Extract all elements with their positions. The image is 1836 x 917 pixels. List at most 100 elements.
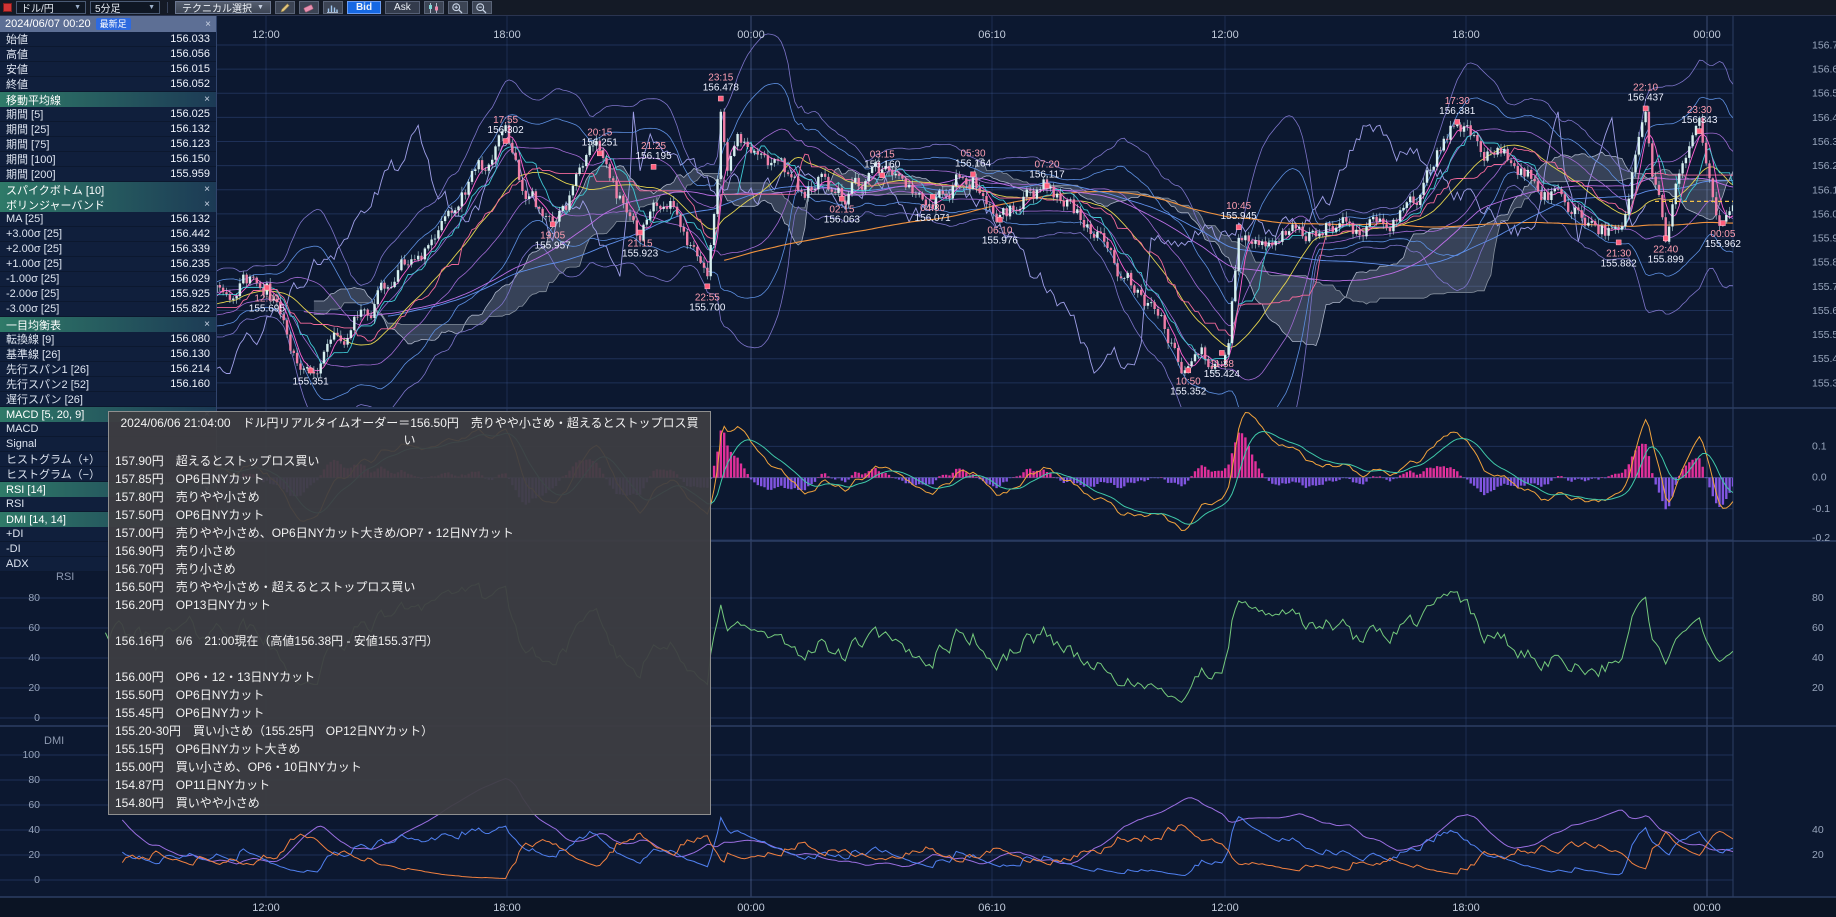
eraser-button[interactable]	[299, 1, 319, 14]
rsi-axis-label: 20	[28, 682, 40, 694]
row-value: 155.925	[170, 288, 210, 300]
row-value: 156.056	[170, 48, 210, 60]
order-line: 155.20-30円 買い小さめ（155.25円 OP12日NYカット）	[115, 722, 704, 740]
chevron-down-icon: ▼	[74, 4, 81, 11]
marker-point	[880, 173, 885, 178]
macd-axis-label: -0.1	[1812, 503, 1830, 515]
row-value: 156.150	[170, 153, 210, 165]
time-axis-label-top: 12:00	[252, 29, 280, 41]
order-line: 155.00円 買い小さめ、OP6・10日NYカット	[115, 758, 704, 776]
indicator-row: 期間 [75]156.123	[0, 137, 216, 152]
dmi-axis-label-right: 20	[1812, 849, 1824, 861]
marker-price: 156.063	[824, 215, 861, 226]
timeframe-select[interactable]: 5分足 ▼	[90, 1, 160, 14]
close-icon[interactable]: ×	[204, 199, 210, 210]
marker-point	[1720, 221, 1725, 226]
zoom-out-icon	[475, 2, 488, 14]
technical-select-label: テクニカル選択	[182, 0, 252, 15]
time-axis-label-top: 06:10	[978, 29, 1006, 41]
order-line: 157.85円 OP6日NYカット	[115, 470, 704, 488]
dmi-axis-label: 20	[28, 849, 40, 861]
close-icon[interactable]: ×	[204, 94, 210, 105]
price-axis-label: 156.6	[1812, 64, 1836, 76]
marker-price: 155.700	[689, 302, 726, 313]
section-title: MACD [5, 20, 9]	[6, 409, 84, 421]
row-label: 基準線 [26]	[6, 346, 60, 362]
indicator-row: 期間 [100]156.150	[0, 152, 216, 167]
time-axis-label-bottom: 12:00	[1211, 902, 1239, 914]
rsi-axis-label: 40	[28, 652, 40, 664]
fx-chart-app: ドル/円 ▼ 5分足 ▼ テクニカル選択 ▼ Bid Ask	[0, 0, 1836, 917]
ask-button[interactable]: Ask	[385, 1, 420, 14]
row-label: MACD	[6, 423, 38, 435]
order-line	[115, 614, 704, 632]
order-line: 155.50円 OP6日NYカット	[115, 686, 704, 704]
marker-point	[651, 164, 656, 169]
marker-point	[997, 217, 1002, 222]
order-line: 156.90円 売り小さめ	[115, 542, 704, 560]
marker-price: 156.381	[1439, 106, 1476, 117]
bid-button[interactable]: Bid	[347, 1, 381, 14]
order-line: 155.45円 OP6日NYカット	[115, 704, 704, 722]
price-axis-label: 155.5	[1812, 329, 1836, 341]
zoom-out-button[interactable]	[472, 1, 492, 14]
candle-info-header: 2024/06/07 00:20 最新足 ×	[0, 16, 216, 32]
row-value: 156.339	[170, 243, 210, 255]
macd-axis-label: 0.0	[1812, 472, 1827, 484]
marker-point	[1219, 350, 1224, 355]
marker-price: 155.945	[1221, 211, 1258, 222]
close-icon[interactable]: ×	[204, 319, 210, 330]
row-label: ヒストグラム（−）	[6, 466, 100, 482]
candle-style-button[interactable]	[424, 1, 444, 14]
row-label: ヒストグラム（+）	[6, 451, 100, 467]
row-label: +2.00σ [25]	[6, 243, 62, 255]
marker-price: 156.437	[1627, 92, 1664, 103]
order-line: 154.87円 OP11日NYカット	[115, 776, 704, 794]
rsi-axis-label-right: 40	[1812, 652, 1824, 664]
order-line: 157.80円 売りやや小さめ	[115, 488, 704, 506]
marker-point	[1697, 129, 1702, 134]
row-label: RSI	[6, 498, 24, 510]
marker-price: 156.071	[915, 213, 952, 224]
price-axis-label: 155.7	[1812, 281, 1836, 293]
zoom-in-icon	[451, 2, 464, 14]
marker-price: 156.343	[1681, 115, 1718, 126]
marker-price: 156.160	[864, 159, 901, 170]
dmi-axis-label: 100	[22, 749, 40, 761]
row-value: 156.235	[170, 258, 210, 270]
price-axis-label: 156.0	[1812, 208, 1836, 220]
row-label: -2.00σ [25]	[6, 288, 59, 300]
row-label: 期間 [5]	[6, 106, 43, 122]
indicator-row: 期間 [200]155.959	[0, 167, 216, 182]
ohlc-row: 終値156.052	[0, 77, 216, 92]
marker-price: 155.424	[1204, 369, 1241, 380]
row-label: -1.00σ [25]	[6, 273, 59, 285]
close-icon[interactable]: ×	[204, 184, 210, 195]
marker-price: 155.957	[535, 240, 572, 251]
zoom-in-button[interactable]	[448, 1, 468, 14]
row-label: -3.00σ [25]	[6, 303, 59, 315]
indicator-row: 転換線 [9]156.080	[0, 332, 216, 347]
price-axis-label: 155.3	[1812, 377, 1836, 389]
draw-pencil-button[interactable]	[275, 1, 295, 14]
row-label: 始値	[6, 31, 28, 47]
order-board-overlay[interactable]: 2024/06/06 21:04:00 ドル円リアルタイムオーダー＝156.50…	[108, 411, 711, 815]
section-title: スパイクボトム [10]	[6, 182, 104, 198]
close-icon[interactable]: ×	[205, 19, 211, 30]
marker-point	[638, 230, 643, 235]
price-axis-label: 156.5	[1812, 88, 1836, 100]
row-value: 156.442	[170, 228, 210, 240]
price-axis-label: 156.7	[1812, 39, 1836, 51]
indicator-row: -2.00σ [25] 155.925	[0, 287, 216, 302]
marker-price: 155.962	[1705, 239, 1742, 250]
rsi-axis-label: 60	[28, 622, 40, 634]
indicator-section-header: ボリンジャーバンド×	[0, 197, 216, 212]
technical-select-button[interactable]: テクニカル選択 ▼	[175, 1, 271, 14]
pair-select[interactable]: ドル/円 ▼	[16, 1, 86, 14]
chart-settings-button[interactable]	[323, 1, 343, 14]
marker-point	[597, 151, 602, 156]
time-axis-label-top: 18:00	[1452, 29, 1480, 41]
row-label: Signal	[6, 438, 37, 450]
marker-point	[705, 284, 710, 289]
time-axis-label-bottom: 00:00	[737, 902, 765, 914]
